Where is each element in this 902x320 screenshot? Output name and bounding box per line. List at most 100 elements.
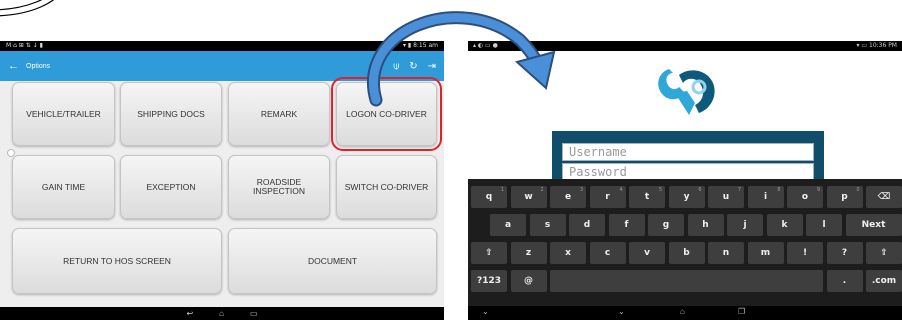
- app-bar: ← Options ⍦ ↻ ⇥: [0, 51, 444, 81]
- key[interactable]: l: [806, 214, 842, 236]
- key[interactable]: !: [787, 242, 823, 264]
- status-bar: ▴ ◐ ▭ ● ▾ ▭ 10:36 PM: [468, 41, 902, 51]
- key[interactable]: z: [510, 242, 547, 264]
- key[interactable]: f: [608, 214, 645, 236]
- key[interactable]: ⇧: [471, 242, 507, 264]
- key-label: .com: [871, 276, 897, 286]
- key-hint: 3: [579, 187, 583, 193]
- key[interactable]: s: [529, 214, 566, 236]
- back-nav-icon[interactable]: ↩: [186, 307, 193, 320]
- key-hint: 9: [816, 187, 820, 193]
- key[interactable]: a: [490, 214, 526, 236]
- home-nav-icon[interactable]: ⌂: [680, 307, 685, 316]
- app-logo-icon: [658, 69, 715, 115]
- status-icons: M ⌂ ⊞ ⇅ ↓ ▮: [6, 42, 43, 49]
- key[interactable]: y6: [668, 186, 705, 208]
- key[interactable]: o9: [787, 186, 823, 208]
- exception-button[interactable]: EXCEPTION: [120, 155, 222, 219]
- key[interactable]: b: [668, 242, 705, 264]
- signal-icon[interactable]: ⍦: [393, 61, 399, 72]
- key-label: ?: [841, 248, 848, 258]
- key[interactable]: u7: [708, 186, 744, 208]
- key[interactable]: ⇧: [866, 242, 902, 264]
- key-label: o: [801, 192, 809, 202]
- keyboard-dismiss-icon[interactable]: ⌄: [482, 307, 489, 316]
- key[interactable]: .com: [866, 270, 902, 292]
- key[interactable]: [550, 270, 823, 292]
- vehicle-trailer-button[interactable]: VEHICLE/TRAILER: [12, 82, 115, 146]
- shipping-docs-button[interactable]: SHIPPING DOCS: [120, 82, 222, 146]
- key-hint: 7: [737, 187, 741, 193]
- key[interactable]: ?: [826, 242, 863, 264]
- key-label: ⇧: [880, 248, 888, 258]
- key-hint: 0: [856, 187, 860, 193]
- status-time: ▾ ▭ 10:36 PM: [856, 42, 898, 49]
- key-label: a: [504, 220, 512, 230]
- key-label: b: [683, 248, 690, 258]
- key-hint: 6: [698, 187, 702, 193]
- key-label: f: [624, 220, 629, 230]
- key[interactable]: @: [510, 270, 547, 292]
- key-label: z: [525, 248, 532, 258]
- logon-co-driver-button[interactable]: LOGON CO-DRIVER: [331, 77, 442, 151]
- key-label: i: [763, 192, 768, 202]
- key-label: n: [722, 248, 730, 258]
- key[interactable]: Next: [845, 214, 902, 236]
- options-grid: VEHICLE/TRAILER SHIPPING DOCS REMARK LOG…: [0, 77, 444, 311]
- key-hint: 4: [619, 187, 623, 193]
- key[interactable]: w2: [510, 186, 547, 208]
- key-label: @: [524, 276, 533, 286]
- key[interactable]: ⌫: [866, 186, 902, 208]
- key-label: c: [604, 248, 611, 258]
- key-label: .: [842, 276, 847, 286]
- status-bar: M ⌂ ⊞ ⇅ ↓ ▮ ▾ ▮ 8:15 am: [0, 41, 444, 51]
- remark-button[interactable]: REMARK: [228, 82, 330, 146]
- key[interactable]: j: [727, 214, 763, 236]
- key-label: q: [485, 192, 493, 202]
- key[interactable]: p0: [826, 186, 863, 208]
- key[interactable]: m: [747, 242, 784, 264]
- status-time: ▾ ▮ 8:15 am: [402, 42, 438, 49]
- refresh-icon[interactable]: ↻: [409, 61, 417, 72]
- key-hint: 1: [500, 187, 504, 193]
- key[interactable]: g: [648, 214, 684, 236]
- key-label: x: [565, 248, 571, 258]
- gain-time-button[interactable]: GAIN TIME: [12, 155, 115, 219]
- logout-icon[interactable]: ⇥: [428, 61, 436, 72]
- home-nav-icon[interactable]: ⌂: [219, 307, 224, 320]
- back-arrow-icon[interactable]: ←: [8, 60, 19, 72]
- back-nav-icon[interactable]: ⌄: [618, 307, 625, 316]
- key[interactable]: c: [589, 242, 626, 264]
- page-title: Options: [26, 62, 51, 70]
- key-label: r: [605, 192, 610, 202]
- username-field[interactable]: Username: [562, 143, 814, 161]
- key-label: p: [841, 192, 848, 202]
- key-label: d: [583, 220, 591, 230]
- key-hint: 8: [777, 187, 781, 193]
- key[interactable]: h: [687, 214, 724, 236]
- key[interactable]: ?123: [471, 270, 507, 292]
- left-tablet-screen: M ⌂ ⊞ ⇅ ↓ ▮ ▾ ▮ 8:15 am ← Options ⍦ ↻ ⇥ …: [0, 41, 444, 320]
- key-label: !: [802, 248, 808, 258]
- return-to-hos-screen-button[interactable]: RETURN TO HOS SCREEN: [12, 228, 222, 294]
- recents-nav-icon[interactable]: ❐: [738, 307, 745, 316]
- document-button[interactable]: DOCUMENT: [228, 228, 437, 294]
- key[interactable]: t5: [629, 186, 665, 208]
- soft-keyboard: q 1 w 2 e 3 r 4 t 5 y 6 u 7 i 8 o 9 p 0 ⌫ a s d f g h j k l Next ⇧ z x c v b…: [468, 179, 902, 320]
- key[interactable]: v: [629, 242, 665, 264]
- key[interactable]: e3: [550, 186, 586, 208]
- key[interactable]: .: [826, 270, 863, 292]
- switch-co-driver-button[interactable]: SWITCH CO-DRIVER: [336, 155, 437, 219]
- key[interactable]: d: [569, 214, 605, 236]
- roadside-inspection-button[interactable]: ROADSIDE INSPECTION: [228, 155, 330, 219]
- recents-nav-icon[interactable]: ▭: [250, 307, 258, 320]
- key[interactable]: n: [708, 242, 744, 264]
- key[interactable]: q1: [471, 186, 507, 208]
- key[interactable]: i8: [747, 186, 784, 208]
- key[interactable]: x: [550, 242, 586, 264]
- key-hint: 5: [658, 187, 662, 193]
- key-label: l: [822, 220, 826, 230]
- key[interactable]: k: [766, 214, 803, 236]
- key[interactable]: r4: [589, 186, 626, 208]
- key-label: j: [743, 220, 747, 230]
